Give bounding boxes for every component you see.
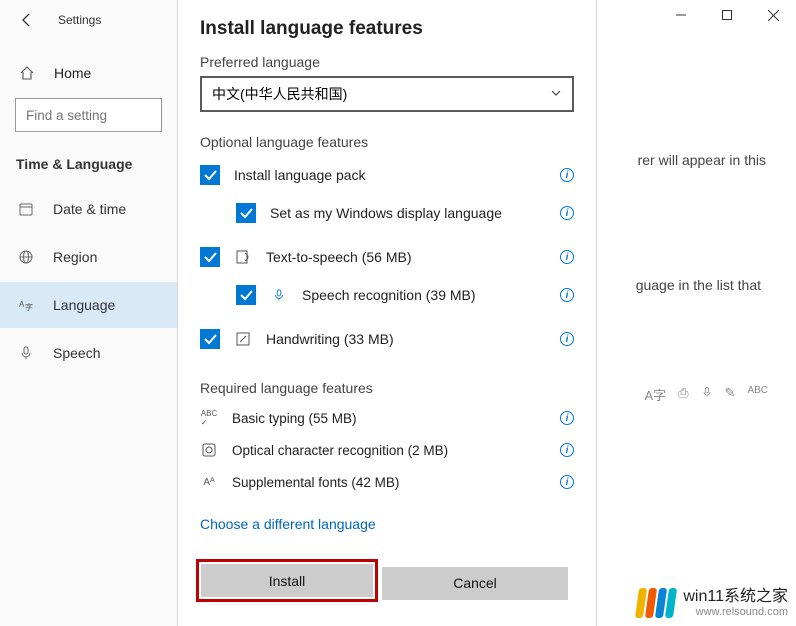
choose-different-language-link[interactable]: Choose a different language bbox=[200, 516, 574, 532]
abc-icon: ABC✓ bbox=[200, 409, 218, 427]
watermark-logo bbox=[635, 588, 677, 618]
sidebar-item-date-time[interactable]: Date & time bbox=[0, 186, 177, 232]
mic-icon bbox=[17, 344, 35, 362]
mic-icon bbox=[270, 287, 288, 303]
install-language-dialog: Install language features Preferred lang… bbox=[177, 0, 597, 626]
req-fonts: AA Supplemental fonts (42 MB) i bbox=[200, 466, 574, 498]
maximize-button[interactable] bbox=[704, 0, 750, 30]
sidebar-item-home[interactable]: Home bbox=[0, 50, 177, 96]
close-button[interactable] bbox=[750, 0, 796, 30]
req-basic-typing: ABC✓ Basic typing (55 MB) i bbox=[200, 402, 574, 434]
sidebar-item-language[interactable]: A字 Language bbox=[0, 282, 177, 328]
info-icon[interactable]: i bbox=[560, 206, 574, 220]
checkbox-tts[interactable] bbox=[200, 247, 220, 267]
minimize-button[interactable] bbox=[658, 0, 704, 30]
sidebar-item-speech[interactable]: Speech bbox=[0, 330, 177, 376]
opt-text-to-speech: Text-to-speech (56 MB) i bbox=[200, 238, 574, 276]
watermark-title: win11系统之家 bbox=[683, 588, 788, 606]
globe-icon bbox=[17, 248, 35, 266]
watermark: win11系统之家 www.relsound.com bbox=[637, 588, 788, 618]
background-text: guage in the list that bbox=[636, 275, 761, 296]
info-icon[interactable]: i bbox=[560, 475, 574, 489]
opt-install-language-pack: Install language pack i bbox=[200, 156, 574, 194]
checkbox-display-language[interactable] bbox=[236, 203, 256, 223]
language-icon: A字 bbox=[17, 296, 35, 314]
info-icon[interactable]: i bbox=[560, 332, 574, 346]
abc-small-icon: ABC bbox=[747, 385, 768, 404]
watermark-url: www.relsound.com bbox=[683, 606, 788, 618]
nav-label: Language bbox=[53, 297, 115, 313]
info-icon[interactable]: i bbox=[560, 250, 574, 264]
opt-speech-recognition: Speech recognition (39 MB) i bbox=[200, 276, 574, 314]
nav-label: Date & time bbox=[53, 201, 126, 217]
info-icon[interactable]: i bbox=[560, 288, 574, 302]
search-box[interactable] bbox=[15, 98, 162, 132]
home-icon bbox=[18, 64, 36, 82]
sidebar-item-region[interactable]: Region bbox=[0, 234, 177, 280]
svg-text:字: 字 bbox=[25, 302, 33, 312]
nav-label: Speech bbox=[53, 345, 100, 361]
search-input[interactable] bbox=[26, 108, 151, 123]
tts-icon bbox=[234, 249, 252, 265]
tts-small-icon: ⎙ bbox=[678, 385, 688, 404]
background-text: rer will appear in this bbox=[638, 150, 766, 171]
preferred-language-label: Preferred language bbox=[200, 54, 574, 70]
lang-small-icon: A字 bbox=[644, 385, 666, 404]
info-icon[interactable]: i bbox=[560, 411, 574, 425]
category-header: Time & Language bbox=[0, 132, 177, 184]
calendar-icon bbox=[17, 200, 35, 218]
install-button-highlight: Install bbox=[196, 559, 378, 602]
pen-small-icon: ✎ bbox=[725, 385, 736, 404]
install-button[interactable]: Install bbox=[201, 564, 373, 597]
info-icon[interactable]: i bbox=[560, 168, 574, 182]
pen-icon bbox=[234, 331, 252, 347]
mic-small-icon bbox=[701, 385, 713, 404]
req-ocr: Optical character recognition (2 MB) i bbox=[200, 434, 574, 466]
dropdown-value: 中文(中华人民共和国) bbox=[212, 84, 347, 104]
opt-handwriting: Handwriting (33 MB) i bbox=[200, 320, 574, 358]
ocr-icon bbox=[200, 442, 218, 458]
info-icon[interactable]: i bbox=[560, 443, 574, 457]
optional-features-heading: Optional language features bbox=[200, 134, 574, 150]
chevron-down-icon bbox=[550, 86, 562, 102]
back-button[interactable] bbox=[18, 11, 36, 29]
window-title: Settings bbox=[58, 13, 101, 27]
sidebar: Settings Home Time & Language Date & tim… bbox=[0, 0, 177, 626]
cancel-button[interactable]: Cancel bbox=[382, 567, 568, 600]
nav-label: Region bbox=[53, 249, 97, 265]
preferred-language-dropdown[interactable]: 中文(中华人民共和国) bbox=[200, 76, 574, 112]
font-icon: AA bbox=[200, 477, 218, 488]
checkbox-handwriting[interactable] bbox=[200, 329, 220, 349]
lang-feature-icons: A字 ⎙ ✎ ABC bbox=[644, 385, 768, 404]
dialog-title: Install language features bbox=[200, 18, 574, 40]
checkbox-install-pack[interactable] bbox=[200, 165, 220, 185]
opt-display-language: Set as my Windows display language i bbox=[200, 194, 574, 232]
required-features-heading: Required language features bbox=[200, 380, 574, 396]
checkbox-speech-rec[interactable] bbox=[236, 285, 256, 305]
home-label: Home bbox=[54, 65, 91, 81]
